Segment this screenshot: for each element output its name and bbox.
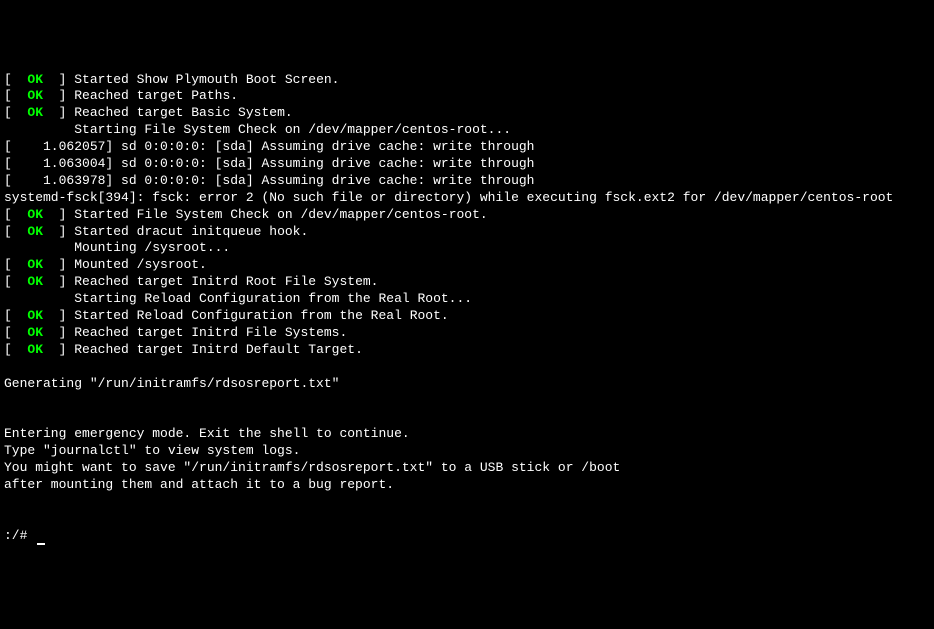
console-line [4, 409, 930, 426]
boot-console[interactable]: [ OK ] Started Show Plymouth Boot Screen… [4, 72, 930, 545]
console-line: after mounting them and attach it to a b… [4, 477, 930, 494]
console-line [4, 511, 930, 528]
console-line: [ OK ] Started dracut initqueue hook. [4, 224, 930, 241]
console-line: [ OK ] Reached target Initrd File System… [4, 325, 930, 342]
console-line [4, 359, 930, 376]
console-line: [ OK ] Started Show Plymouth Boot Screen… [4, 72, 930, 89]
console-line: [ OK ] Reached target Basic System. [4, 105, 930, 122]
console-line: [ OK ] Reached target Initrd Root File S… [4, 274, 930, 291]
console-line: [ OK ] Started Reload Configuration from… [4, 308, 930, 325]
console-line: Mounting /sysroot... [4, 240, 930, 257]
console-line: [ OK ] Reached target Initrd Default Tar… [4, 342, 930, 359]
console-line: [ 1.062057] sd 0:0:0:0: [sda] Assuming d… [4, 139, 930, 156]
console-line [4, 392, 930, 409]
console-line: systemd-fsck[394]: fsck: error 2 (No suc… [4, 190, 930, 207]
console-line: [ OK ] Started File System Check on /dev… [4, 207, 930, 224]
console-line: [ OK ] Mounted /sysroot. [4, 257, 930, 274]
console-line: [ OK ] Reached target Paths. [4, 88, 930, 105]
console-line: [ 1.063978] sd 0:0:0:0: [sda] Assuming d… [4, 173, 930, 190]
console-line: Starting Reload Configuration from the R… [4, 291, 930, 308]
console-line: You might want to save "/run/initramfs/r… [4, 460, 930, 477]
shell-prompt[interactable]: :/# [4, 528, 930, 545]
console-line: Starting File System Check on /dev/mappe… [4, 122, 930, 139]
console-line: Entering emergency mode. Exit the shell … [4, 426, 930, 443]
console-line: Generating "/run/initramfs/rdsosreport.t… [4, 376, 930, 393]
console-line: Type "journalctl" to view system logs. [4, 443, 930, 460]
console-line [4, 494, 930, 511]
cursor-icon [37, 543, 45, 545]
console-line: [ 1.063004] sd 0:0:0:0: [sda] Assuming d… [4, 156, 930, 173]
